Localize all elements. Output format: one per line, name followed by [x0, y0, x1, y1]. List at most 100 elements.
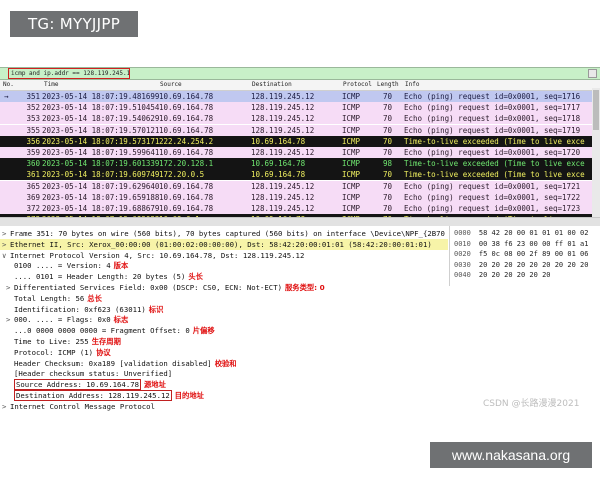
hex-line: 0040 20 20 20 20 20 20 — [454, 270, 551, 280]
detail-line[interactable]: Total Length: 56 总长 — [14, 293, 102, 304]
detail-line[interactable]: 0100 .... = Version: 4 版本 — [14, 260, 128, 271]
annotation-note: 目的地址 — [174, 391, 204, 400]
detail-line[interactable]: > Differentiated Services Field: 0x00 (DS… — [6, 282, 325, 293]
packet-proto-cell: ICMP — [342, 103, 361, 113]
packet-row[interactable]: 352 2023-05-14 18:07:19.510454 10.69.164.7… — [0, 102, 592, 114]
hex-bytes[interactable]: 20 20 20 20 20 20 20 20 20 — [479, 261, 589, 269]
detail-line[interactable]: ∨ Internet Protocol Version 4, Src: 10.69… — [2, 250, 304, 261]
hex-bytes[interactable]: f5 0c 08 00 2f 89 00 01 06 — [479, 250, 589, 258]
packet-time-cell: 2023-05-14 18:07:19.570121 — [42, 125, 160, 135]
detail-line[interactable]: > Frame 351: 70 bytes on wire (560 bits),… — [2, 228, 445, 239]
packet-time-cell: 2023-05-14 18:07:19.481699 — [42, 92, 160, 101]
hex-bytes[interactable]: 20 20 20 20 20 20 — [479, 271, 551, 279]
packet-dst-cell: 128.119.245.12 — [251, 103, 315, 113]
packet-info-cell: Echo (ping) request id=0x0001, seq=1721 — [404, 181, 581, 191]
detail-line[interactable]: Identification: 0xf623 (63011) 标识 — [14, 304, 163, 315]
packet-proto-cell: ICMP — [342, 125, 361, 135]
detail-text: Header Checksum: 0xa189 [validation disa… — [14, 358, 212, 368]
display-filter-input[interactable]: icmp and ip.addr == 128.119.245.12 — [8, 68, 130, 79]
col-header-protocol[interactable]: Protocol — [343, 80, 372, 90]
detail-line[interactable]: Source Address: 10.69.164.78 源地址 — [14, 379, 166, 391]
detail-text: Protocol: ICMP (1) — [14, 347, 94, 357]
expand-right-icon[interactable]: > — [2, 401, 10, 412]
packet-src-cell: 10.69.164.78 — [159, 103, 214, 113]
packet-src-cell: 10.69.164.78 — [159, 92, 214, 101]
packet-info-cell: Echo (ping) request id=0x0001, seq=1722 — [404, 192, 581, 202]
packet-info-cell: Time-to-live exceeded (Time to live exce — [404, 159, 585, 169]
packet-row[interactable]: 360 2023-05-14 18:07:19.601339 172.20.128.… — [0, 158, 592, 170]
detail-line[interactable]: Header Checksum: 0xa189 [validation disa… — [14, 358, 237, 369]
packet-src-cell: 222.24.254.2 — [159, 136, 214, 146]
detail-line[interactable]: .... 0101 = Header Length: 20 bytes (5) 头… — [14, 271, 203, 282]
packet-dst-cell: 128.119.245.12 — [251, 192, 315, 202]
expand-right-icon[interactable]: > — [6, 282, 14, 293]
packet-info-cell: Time-to-live exceeded (Time to live exce — [404, 170, 585, 180]
detail-line[interactable]: Protocol: ICMP (1) 协议 — [14, 347, 111, 358]
detail-line[interactable]: ...0 0000 0000 0000 = Fragment Offset: 0… — [14, 325, 215, 336]
packet-row[interactable]: 372 2023-05-14 18:07:19.688679 10.69.164.7… — [0, 203, 592, 214]
packet-row[interactable]: 359 2023-05-14 18:07:19.599641 10.69.164.7… — [0, 147, 592, 158]
annotation-note: 源地址 — [144, 380, 166, 390]
col-header-length[interactable]: Length — [377, 80, 399, 90]
col-header-no[interactable]: No. — [3, 80, 14, 90]
packet-dst-cell: 128.119.245.12 — [251, 148, 315, 157]
hex-bytes[interactable]: 00 38 f6 23 00 00 ff 01 a1 — [479, 240, 589, 248]
packet-len-cell: 70 — [382, 136, 392, 146]
packet-row[interactable]: 361 2023-05-14 18:07:19.609749 172.20.0.5 1… — [0, 169, 592, 181]
packet-no-cell: 355 — [26, 125, 40, 135]
packet-list-hscrollbar[interactable] — [0, 217, 600, 226]
expand-right-icon[interactable]: > — [2, 228, 10, 239]
packet-row[interactable]: 355 2023-05-14 18:07:19.570121 10.69.164.7… — [0, 124, 592, 136]
packet-src-cell: 172.20.128.1 — [159, 159, 214, 169]
packet-time-cell: 2023-05-14 18:07:19.573171 — [42, 136, 160, 146]
expand-down-icon[interactable]: ∨ — [2, 250, 10, 261]
annotation-note: 校验和 — [214, 358, 237, 368]
annotation-note: 服务类型: 0 — [284, 283, 325, 292]
detail-line[interactable]: Destination Address: 128.119.245.12 目的地址 — [14, 390, 204, 401]
packet-len-cell: 70 — [382, 103, 392, 113]
packet-row[interactable]: → 351 2023-05-14 18:07:19.481699 10.69.164.… — [0, 91, 592, 102]
hex-offset: 0010 — [454, 239, 471, 248]
packet-len-cell: 70 — [382, 114, 392, 124]
hex-offset: 0040 — [454, 271, 471, 280]
packet-list-scrollbar[interactable] — [592, 88, 600, 217]
hex-bytes[interactable]: 58 42 20 00 01 01 01 00 02 — [479, 229, 589, 237]
detail-line[interactable]: > Ethernet II, Src: Xerox_00:00:00 (01:00… — [0, 238, 448, 250]
detail-line[interactable]: >000. .... = Flags: 0x0 标志 — [6, 314, 128, 325]
expand-right-icon[interactable]: > — [2, 239, 10, 250]
packet-info-cell: Echo (ping) request id=0x0001, seq=1719 — [404, 125, 581, 135]
col-header-source[interactable]: Source — [160, 80, 182, 90]
packet-row[interactable]: 365 2023-05-14 18:07:19.629640 10.69.164.7… — [0, 180, 592, 192]
filter-apply-icon[interactable] — [588, 69, 597, 78]
detail-text: Internet Control Message Protocol — [10, 401, 155, 411]
packet-len-cell: 70 — [382, 204, 392, 213]
packet-len-cell: 70 — [382, 170, 392, 180]
hex-line: 0020 f5 0c 08 00 2f 89 00 01 06 — [454, 249, 588, 259]
packet-time-cell: 2023-05-14 18:07:19.688679 — [42, 204, 160, 213]
packet-row[interactable]: 369 2023-05-14 18:07:19.659188 10.69.164.7… — [0, 191, 592, 203]
packet-dst-cell: 128.119.245.12 — [251, 204, 315, 213]
expand-right-icon[interactable]: > — [6, 314, 14, 325]
packet-proto-cell: ICMP — [342, 181, 361, 191]
col-header-time[interactable]: Time — [44, 80, 58, 90]
packet-dst-cell: 10.69.164.78 — [251, 159, 306, 169]
packet-proto-cell: ICMP — [342, 114, 361, 124]
packet-time-cell: 2023-05-14 18:07:19.659188 — [42, 192, 160, 202]
detail-line[interactable]: > Internet Control Message Protocol — [2, 401, 155, 412]
selected-row-arrow-icon: → — [4, 92, 9, 101]
packet-no-cell: 365 — [26, 181, 40, 191]
detail-text: Ethernet II, Src: Xerox_00:00:00 (01:00:… — [10, 239, 432, 249]
detail-line[interactable]: Time to Live: 255 生存周期 — [14, 336, 121, 347]
col-header-destination[interactable]: Destination — [252, 80, 292, 90]
scrollbar-thumb[interactable] — [593, 90, 599, 130]
packet-src-cell: 10.69.164.78 — [159, 192, 214, 202]
packet-row[interactable]: 353 2023-05-14 18:07:19.540629 10.69.164.7… — [0, 113, 592, 125]
packet-time-cell: 2023-05-14 18:07:19.629640 — [42, 181, 160, 191]
packet-len-cell: 98 — [382, 159, 392, 169]
col-header-info[interactable]: Info — [405, 80, 419, 90]
detail-line[interactable]: [Header checksum status: Unverified] — [14, 368, 172, 379]
packet-row[interactable]: 356 2023-05-14 18:07:19.573171 222.24.254.… — [0, 135, 592, 147]
packet-no-cell: 361 — [26, 170, 40, 180]
packet-src-cell: 10.69.164.78 — [159, 148, 214, 157]
packet-proto-cell: ICMP — [342, 148, 361, 157]
